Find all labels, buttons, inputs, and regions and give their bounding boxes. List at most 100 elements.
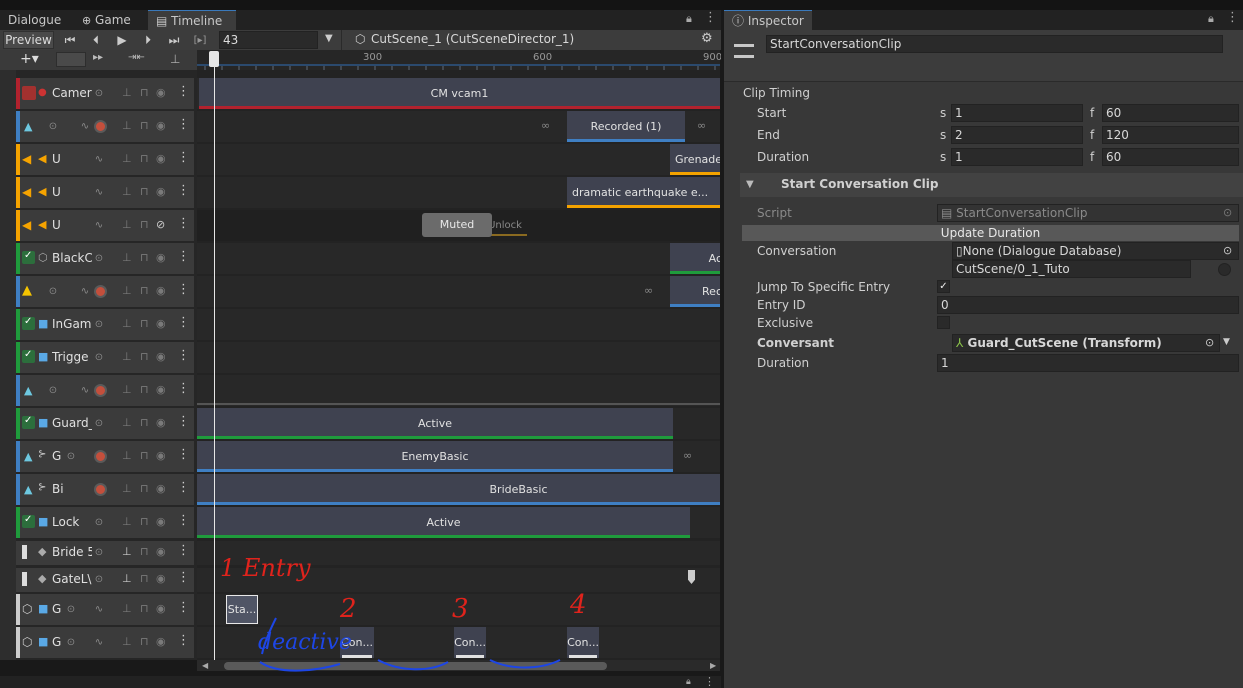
eye-icon[interactable]: ◉ (156, 449, 168, 463)
eye-icon[interactable]: ◉ (156, 284, 168, 298)
track-header-activation-ingame[interactable]: ✓ ■ InGam ⊙ ⊥ ⊓ ◉ ⋮ (16, 309, 194, 340)
track-header-animation-2[interactable]: ▲ ⊙ ∿ ⊥ ⊓ ◉ ⋮ (16, 276, 194, 307)
curves-icon[interactable]: ∿ (90, 633, 108, 651)
curves-icon[interactable]: ∿ (90, 150, 108, 168)
pin-icon[interactable]: ⊥ (122, 251, 134, 265)
exclusive-checkbox[interactable] (937, 316, 950, 329)
track-menu-icon[interactable]: ⋮ (177, 601, 190, 615)
track-header-activation-lock[interactable]: ✓ ■ Lock ⊙ ⊥ ⊓ ◉ ⋮ (16, 507, 194, 538)
pin-icon[interactable]: ⊥ (122, 185, 134, 199)
target-icon[interactable]: ⊙ (90, 414, 108, 432)
settings-gear-icon[interactable]: ⚙ (701, 31, 713, 46)
track-header-activation-guard[interactable]: ✓ ■ Guard_ ⊙ ⊥ ⊓ ◉ ⋮ (16, 408, 194, 439)
pin-icon[interactable]: ⊥ (122, 635, 134, 649)
target-icon[interactable]: ⊙ (90, 315, 108, 333)
pin-icon[interactable]: ⊥ (122, 416, 134, 430)
track-menu-icon[interactable]: ⋮ (177, 544, 190, 558)
target-icon[interactable]: ⊙ (90, 570, 108, 588)
signal-marker-icon[interactable] (688, 570, 695, 584)
director-name[interactable]: CutScene_1 (CutSceneDirector_1) (371, 32, 574, 46)
end-frames-field[interactable]: 120 (1102, 126, 1239, 144)
track-menu-icon[interactable]: ⋮ (177, 283, 190, 297)
pin-icon[interactable]: ⊥ (122, 86, 134, 100)
eye-icon[interactable]: ◉ (156, 86, 168, 100)
pin-icon[interactable]: ⊥ (122, 515, 134, 529)
lock-icon[interactable]: ⊓ (140, 515, 152, 529)
track-menu-icon[interactable]: ⋮ (177, 571, 190, 585)
lock-icon[interactable]: ⊓ (140, 152, 152, 166)
eye-icon[interactable]: ◉ (156, 416, 168, 430)
conversant-field[interactable]: ⅄ Guard_CutScene (Transform) (952, 334, 1220, 352)
eye-icon[interactable]: ◉ (156, 545, 168, 559)
target-icon[interactable]: ⊙ (90, 348, 108, 366)
dropdown-arrow-icon[interactable]: ▼ (1223, 337, 1230, 347)
track-header-audio-1[interactable]: ◀ ◀ U ∿ ⊥ ⊓ ◉ ⋮ (16, 144, 194, 175)
eye-icon[interactable]: ◉ (156, 251, 168, 265)
track-header-animation-3[interactable]: ▲ ⊙ ∿ ⊥ ⊓ ◉ ⋮ (16, 375, 194, 406)
duration-seconds-field[interactable]: 1 (951, 148, 1083, 166)
lock-icon[interactable]: ⊓ (140, 545, 152, 559)
record-icon[interactable] (94, 285, 107, 298)
track-header-conversation-1[interactable]: ⬡ ■ G ⊙ ∿ ⊥ ⊓ ◉ ⋮ (16, 594, 194, 625)
clip-recorded[interactable]: Rec (670, 276, 720, 307)
track-menu-icon[interactable]: ⋮ (177, 250, 190, 264)
track-header-signal-gate[interactable]: ◆ GateL\ ⊙ ⊥ ⊓ ◉ ⋮ (16, 568, 194, 592)
tab-inspector[interactable]: ⓘ Inspector (724, 10, 812, 30)
next-frame-icon[interactable]: ⏵ (137, 31, 159, 49)
clip-active-lock[interactable]: Active (197, 507, 690, 538)
clip-recorded-1[interactable]: Recorded (1) (567, 111, 685, 142)
target-icon[interactable]: ⊙ (90, 513, 108, 531)
scroll-left-icon[interactable]: ◀ (202, 661, 208, 670)
curves-icon[interactable]: ∿ (90, 216, 108, 234)
track-header-signal-bride[interactable]: ◆ Bride 5 ⊙ ⊥ ⊓ ◉ ⋮ (16, 541, 194, 565)
lock-icon[interactable]: ⊓ (140, 482, 152, 496)
menu-icon[interactable]: ⋮ (704, 10, 717, 25)
go-to-start-icon[interactable]: ⏮ (59, 31, 81, 49)
track-menu-icon[interactable]: ⋮ (177, 481, 190, 495)
duration-frames-field[interactable]: 60 (1102, 148, 1239, 166)
track-menu-icon[interactable]: ⋮ (177, 85, 190, 99)
eye-hidden-icon[interactable]: ⊘ (156, 218, 168, 232)
menu-icon[interactable]: ⋮ (704, 675, 715, 688)
eye-icon[interactable]: ◉ (156, 482, 168, 496)
target-icon[interactable]: ⊙ (44, 381, 62, 399)
lock-icon[interactable]: ⊓ (140, 602, 152, 616)
clip-bride-basic[interactable]: BrideBasic (197, 474, 720, 505)
go-to-end-icon[interactable]: ⏭ (163, 31, 185, 49)
record-icon[interactable] (94, 483, 107, 496)
curves-icon[interactable]: ∿ (90, 600, 108, 618)
clip-dramatic-earthquake[interactable]: dramatic earthquake e... (567, 177, 720, 208)
track-header-animation-1[interactable]: ▲ ⊙ ∿ ⊥ ⊓ ◉ ⋮ (16, 111, 194, 142)
lock-icon[interactable]: ⊓ (140, 416, 152, 430)
track-menu-icon[interactable]: ⋮ (177, 415, 190, 429)
pin-icon[interactable]: ⊥ (122, 545, 134, 559)
track-menu-icon[interactable]: ⋮ (177, 151, 190, 165)
menu-icon[interactable]: ⋮ (1226, 10, 1239, 25)
track-header-audio-2[interactable]: ◀ ◀ U ∿ ⊥ ⊓ ◉ ⋮ (16, 177, 194, 208)
pin-icon[interactable]: ⊥ (122, 350, 134, 364)
track-header-animation-bride[interactable]: ▲ ⊱ Bi ⊥ ⊓ ◉ ⋮ (16, 474, 194, 505)
lock-icon[interactable]: ⊓ (140, 284, 152, 298)
conversation-picker-icon[interactable] (1218, 263, 1231, 276)
curves-icon[interactable]: ∿ (76, 282, 94, 300)
object-name-field[interactable]: StartConversationClip (766, 35, 1223, 53)
frame-field[interactable]: 43 (219, 31, 318, 49)
curves-icon[interactable]: ∿ (90, 183, 108, 201)
entry-id-field[interactable]: 0 (937, 296, 1239, 314)
target-icon[interactable]: ⊙ (62, 447, 80, 465)
lock-icon[interactable]: 🔒︎ (1208, 12, 1214, 26)
lock-icon[interactable]: ⊓ (140, 572, 152, 586)
lock-icon[interactable]: ⊓ (140, 218, 152, 232)
lock-icon[interactable]: ⊓ (140, 449, 152, 463)
lock-icon[interactable]: ⊓ (140, 350, 152, 364)
mix-mode-icon[interactable]: ▸▸ (93, 52, 103, 63)
pin-icon[interactable]: ⊥ (122, 482, 134, 496)
track-menu-icon[interactable]: ⋮ (177, 514, 190, 528)
target-icon[interactable]: ⊙ (90, 249, 108, 267)
lock-icon[interactable]: ⊓ (140, 317, 152, 331)
target-icon[interactable]: ⊙ (44, 117, 62, 135)
play-range-icon[interactable]: [▸] (189, 31, 211, 49)
track-menu-icon[interactable]: ⋮ (177, 448, 190, 462)
eye-icon[interactable]: ◉ (156, 119, 168, 133)
clip-active-guard[interactable]: Active (197, 408, 673, 439)
